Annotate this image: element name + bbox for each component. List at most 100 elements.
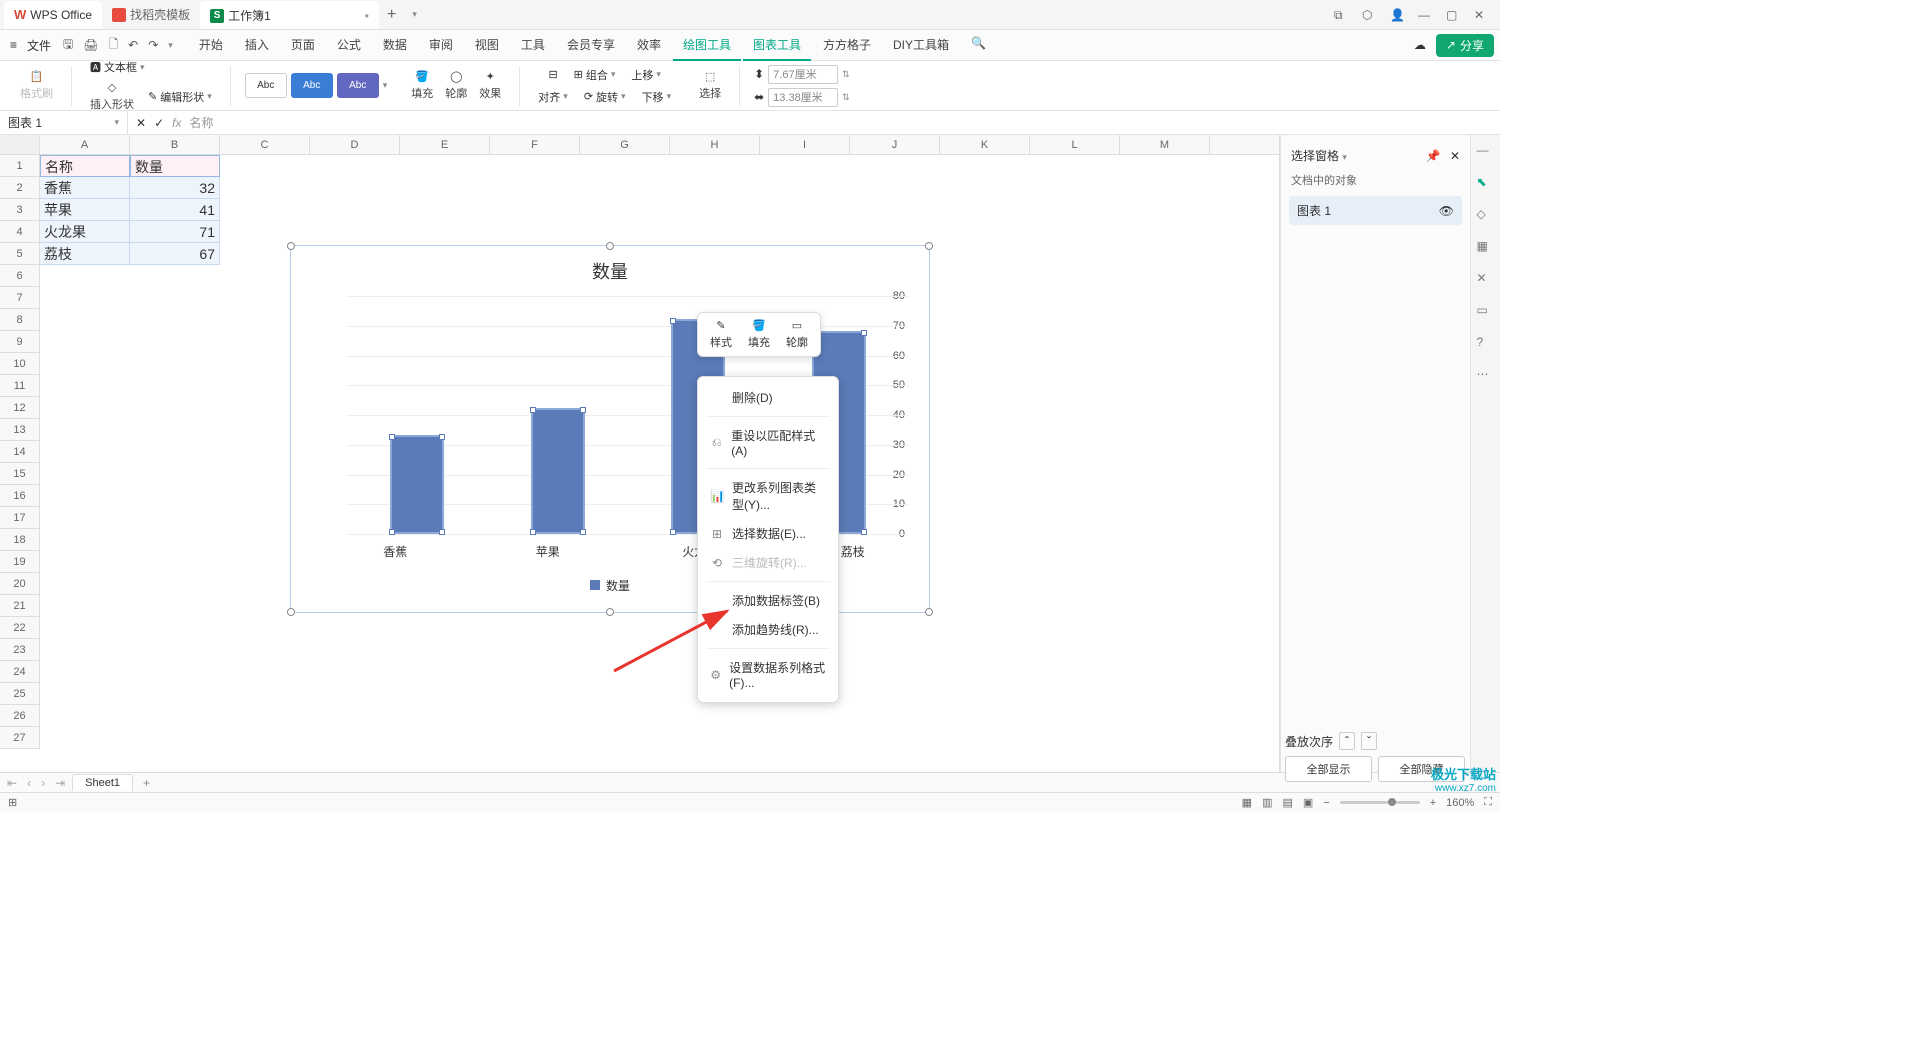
select-button[interactable]: ⬚选择 — [695, 68, 725, 103]
cell[interactable]: 火龙果 — [40, 221, 130, 243]
app-tab-document[interactable]: S 工作簿1 • — [200, 1, 379, 29]
select-tool-icon[interactable]: ⬉ — [1477, 175, 1495, 193]
app-tab-wps[interactable]: W WPS Office — [4, 1, 102, 29]
add-tab-button[interactable]: + — [379, 6, 404, 24]
tab-ffgz[interactable]: 方方格子 — [813, 30, 881, 61]
zoom-in-icon[interactable]: + — [1430, 797, 1436, 809]
namebox-dropdown-icon[interactable]: ▾ — [114, 117, 119, 128]
close-tab-icon[interactable]: • — [365, 9, 369, 23]
row-header[interactable]: 16 — [0, 485, 40, 507]
cell[interactable]: 32 — [130, 177, 220, 199]
share-button[interactable]: ↗ 分享 — [1436, 34, 1494, 57]
close-icon[interactable]: ✕ — [1474, 8, 1488, 22]
row-header[interactable]: 8 — [0, 309, 40, 331]
cell[interactable]: 41 — [130, 199, 220, 221]
cancel-formula-icon[interactable]: ✕ — [136, 116, 146, 130]
align-button[interactable]: ⊟ — [544, 65, 561, 85]
apps-icon[interactable]: ▦ — [1477, 239, 1495, 257]
row-header[interactable]: 2 — [0, 177, 40, 199]
resize-handle[interactable] — [925, 242, 933, 250]
row-header[interactable]: 18 — [0, 529, 40, 551]
tab-tools[interactable]: 工具 — [511, 30, 555, 61]
row-header[interactable]: 5 — [0, 243, 40, 265]
mini-style-button[interactable]: ✎样式 — [706, 317, 736, 352]
tools-icon[interactable]: ✕ — [1477, 271, 1495, 289]
chart-title[interactable]: 数量 — [291, 246, 929, 296]
qat-dropdown[interactable]: ▾ — [168, 40, 173, 51]
resize-handle[interactable] — [925, 608, 933, 616]
col-header-l[interactable]: L — [1030, 135, 1120, 154]
tab-data[interactable]: 数据 — [373, 30, 417, 61]
select-all-corner[interactable] — [0, 135, 40, 154]
row-header[interactable]: 26 — [0, 705, 40, 727]
add-sheet-button[interactable]: + — [137, 776, 156, 790]
row-header[interactable]: 17 — [0, 507, 40, 529]
search-icon[interactable]: 🔍 — [961, 30, 996, 61]
col-header-c[interactable]: C — [220, 135, 310, 154]
fx-icon[interactable]: fx — [172, 116, 181, 130]
cell[interactable]: 71 — [130, 221, 220, 243]
rotate-button[interactable]: ⟳旋转▾ — [580, 87, 630, 107]
style-gallery-dropdown[interactable]: ▾ — [383, 80, 388, 91]
print-icon[interactable]: 🖨 — [83, 38, 98, 52]
row-header[interactable]: 1 — [0, 155, 40, 177]
tab-insert[interactable]: 插入 — [235, 30, 279, 61]
row-header[interactable]: 3 — [0, 199, 40, 221]
resize-handle[interactable] — [287, 608, 295, 616]
print-preview-icon[interactable]: 🗋 — [109, 35, 119, 56]
col-header-d[interactable]: D — [310, 135, 400, 154]
row-header[interactable]: 11 — [0, 375, 40, 397]
app-tab-template[interactable]: 找稻壳模板 — [102, 1, 200, 29]
cm-select-data[interactable]: ⊞选择数据(E)... — [698, 519, 838, 548]
edit-shape-button[interactable]: ✎编辑形状▾ — [144, 79, 216, 114]
minimize-icon[interactable]: — — [1418, 8, 1432, 22]
tab-chart-tools[interactable]: 图表工具 — [743, 30, 811, 61]
zoom-slider[interactable] — [1340, 801, 1420, 804]
cell[interactable]: 苹果 — [40, 199, 130, 221]
col-header-j[interactable]: J — [850, 135, 940, 154]
cm-add-trendline[interactable]: 添加趋势线(R)... — [698, 615, 838, 644]
tab-member[interactable]: 会员专享 — [557, 30, 625, 61]
cube-icon[interactable]: ⬡ — [1362, 8, 1376, 22]
shape-style-2[interactable]: Abc — [291, 73, 333, 98]
view-pagebreak-icon[interactable]: ▥ — [1262, 796, 1272, 809]
col-header-m[interactable]: M — [1120, 135, 1210, 154]
outline-button[interactable]: ◯轮廓 — [441, 68, 471, 103]
width-input[interactable] — [768, 88, 838, 107]
tab-drawing-tools[interactable]: 绘图工具 — [673, 30, 741, 61]
text-box-button[interactable]: 🅰文本框▾ — [86, 57, 149, 77]
move-down-button[interactable]: ˇ — [1361, 732, 1377, 750]
chart-object[interactable]: 数量 01020304050607080 香蕉苹果火龙果荔枝 数量 ✎样式 🪣填… — [290, 245, 930, 613]
cm-reset-style[interactable]: ⎌重设以匹配样式(A) — [698, 421, 838, 464]
tab-diy[interactable]: DIY工具箱 — [883, 30, 959, 61]
col-header-g[interactable]: G — [580, 135, 670, 154]
tab-view[interactable]: 视图 — [465, 30, 509, 61]
cell[interactable]: 名称 — [40, 155, 130, 177]
sheet-tab[interactable]: Sheet1 — [72, 774, 133, 791]
pin-icon[interactable]: 📌 — [1426, 149, 1441, 163]
row-header[interactable]: 7 — [0, 287, 40, 309]
next-sheet-icon[interactable]: › — [38, 776, 48, 790]
show-all-button[interactable]: 全部显示 — [1285, 756, 1372, 782]
col-header-e[interactable]: E — [400, 135, 490, 154]
cell[interactable]: 67 — [130, 243, 220, 265]
file-menu[interactable]: 文件 — [21, 37, 57, 54]
zoom-thumb[interactable] — [1388, 798, 1396, 806]
row-header[interactable]: 21 — [0, 595, 40, 617]
col-header-h[interactable]: H — [670, 135, 760, 154]
cm-add-data-labels[interactable]: 添加数据标签(B) — [698, 586, 838, 615]
undo-icon[interactable]: ↶ — [128, 38, 138, 52]
tab-menu-dropdown[interactable]: ▾ — [404, 9, 425, 20]
resize-handle[interactable] — [287, 242, 295, 250]
tab-review[interactable]: 审阅 — [419, 30, 463, 61]
name-box[interactable]: 图表 1 ▾ — [0, 111, 128, 134]
row-header[interactable]: 27 — [0, 727, 40, 749]
height-input[interactable] — [768, 65, 838, 84]
row-header[interactable]: 14 — [0, 441, 40, 463]
resize-handle[interactable] — [606, 242, 614, 250]
cell[interactable]: 香蕉 — [40, 177, 130, 199]
height-spinner[interactable]: ⇅ — [842, 69, 850, 80]
group-button[interactable]: ⊞组合▾ — [570, 65, 620, 85]
tab-efficiency[interactable]: 效率 — [627, 30, 671, 61]
col-header-f[interactable]: F — [490, 135, 580, 154]
